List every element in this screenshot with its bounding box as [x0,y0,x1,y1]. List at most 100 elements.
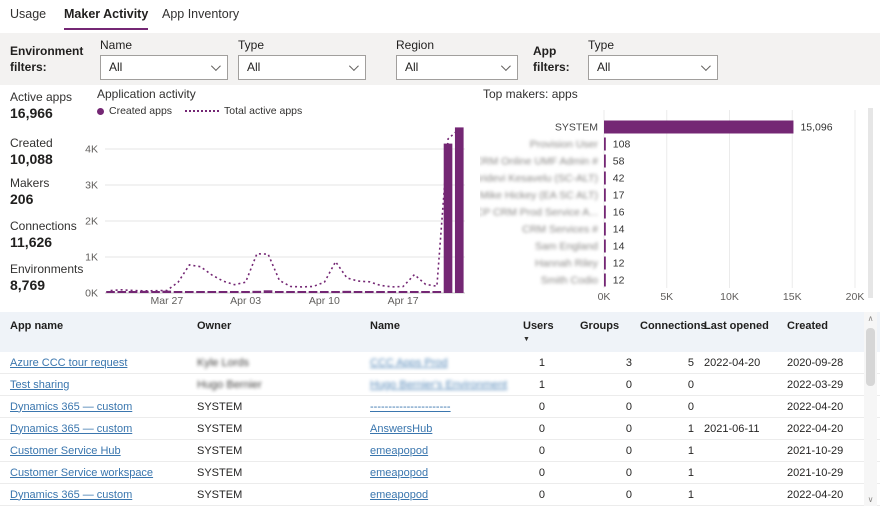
filter-bar: Environment filters: Name All Type All R… [0,33,880,85]
chevron-down-icon [500,61,511,72]
svg-text:15,096: 15,096 [800,122,832,134]
name-cell: Hugo Bernier's Environment [370,379,523,391]
svg-text:1K: 1K [85,252,98,264]
col-header-connections[interactable]: Connections [640,312,707,334]
created-cell: 2022-04-20 [787,488,844,501]
svg-text:10K: 10K [720,291,739,303]
svg-text:Sridevi Kesavelu (SC-ALT): Sridevi Kesavelu (SC-ALT) [480,173,598,185]
environment-name-link[interactable]: CCC Apps Prod [370,357,448,369]
app-name-link[interactable]: Dynamics 365 — custom [10,489,132,501]
maker-activity-dashboard: Usage Maker Activity App Inventory Envir… [0,0,880,520]
owner-cell: SYSTEM [197,400,243,413]
svg-text:17: 17 [613,190,625,202]
tab-maker-activity[interactable]: Maker Activity [64,0,149,30]
app-name-cell: Azure CCC tour request [10,357,197,369]
top-makers-chart[interactable]: 0K 5K 10K 15K 20K SYSTEM 15,096 Provision User 1… [480,98,865,308]
chevron-down-icon [348,61,359,72]
env-name-value: All [109,60,123,74]
col-header-users[interactable]: Users ▼ [523,312,554,345]
svg-text:Apr 10: Apr 10 [309,295,340,307]
app-name-link[interactable]: Azure CCC tour request [10,357,127,369]
name-cell: emeapopod [370,489,523,501]
svg-text:14: 14 [613,241,625,253]
last-opened-cell: 2021-06-11 [704,422,760,435]
environment-name-link[interactable]: AnswersHub [370,423,432,435]
app-name-link[interactable]: Test sharing [10,379,69,391]
col-header-owner[interactable]: Owner [197,312,370,334]
tab-usage[interactable]: Usage [10,0,46,30]
svg-text:42: 42 [613,173,625,185]
environment-name-link[interactable]: emeapopod [370,445,428,457]
owner-cell: Kyle Lords [197,356,249,369]
table-row: Test sharing Hugo Bernier Hugo Bernier's E… [0,374,880,396]
connections-cell: 1 [687,466,694,479]
connections-cell: 0 [687,400,694,413]
svg-text:Hannah Riley: Hannah Riley [535,258,599,270]
app-name-link[interactable]: Dynamics 365 — custom [10,423,132,435]
svg-text:CRM Online UMF Admin #: CRM Online UMF Admin # [480,156,598,168]
scrollbar-thumb[interactable] [866,328,875,386]
table-row: Azure CCC tour request Kyle Lords CCC Apps… [0,352,880,374]
col-header-last-opened[interactable]: Last opened [702,312,777,334]
table-row: Dynamics 365 — custom SYSTEM AnswersHub 0 0 1… [0,418,880,440]
tab-app-inventory[interactable]: App Inventory [162,0,239,30]
application-activity-legend: Created apps Total active apps [97,105,302,117]
app-type-value: All [597,60,611,74]
svg-text:Mar 27: Mar 27 [151,295,184,307]
scroll-up-icon[interactable]: ∧ [864,312,877,325]
groups-cell: 0 [625,400,632,413]
connections-cell: 1 [687,444,694,457]
svg-text:Sam England: Sam England [535,241,598,253]
users-cell: 1 [538,356,545,369]
owner-cell: SYSTEM [197,422,243,435]
environment-name-link[interactable]: Hugo Bernier's Environment [370,379,507,391]
env-type-dropdown[interactable]: All [238,55,366,80]
app-type-label: Type [588,38,615,52]
app-type-dropdown[interactable]: All [588,55,718,80]
env-name-dropdown[interactable]: All [100,55,228,80]
table-row: Dynamics 365 — custom SYSTEM -------------… [0,396,880,418]
created-apps-legend-dot-icon [97,107,104,115]
app-name-link[interactable]: Dynamics 365 — custom [10,401,132,413]
col-header-groups[interactable]: Groups [553,312,640,334]
created-cell: 2021-10-29 [787,444,844,457]
scroll-down-icon[interactable]: ∨ [864,493,877,506]
charts-scrollbar[interactable] [868,108,873,298]
owner-cell: SYSTEM [197,466,243,479]
created-cell: 2022-03-29 [787,378,844,391]
connections-cell: 0 [687,378,694,391]
col-header-app-name[interactable]: App name [10,312,197,334]
environment-name-link[interactable]: emeapopod [370,489,428,501]
connections-cell: 1 [687,488,694,501]
table-scrollbar[interactable]: ∧ ∨ [864,312,877,506]
environment-name-link[interactable]: emeapopod [370,467,428,479]
app-filters-label: App filters: [533,44,570,75]
svg-text:OCP CRM Prod Service A...: OCP CRM Prod Service A... [480,207,598,219]
environment-name-link[interactable]: ---------------------- [370,401,451,413]
table-row: Customer Service Hub SYSTEM emeapopod 0 0 1 20… [0,440,880,462]
svg-text:3K: 3K [85,180,98,192]
app-name-cell: Customer Service workspace [10,467,197,479]
connections-cell: 1 [687,422,694,435]
svg-text:108: 108 [613,139,631,151]
users-cell: 0 [538,422,545,435]
svg-text:0K: 0K [85,288,98,300]
app-name-link[interactable]: Customer Service Hub [10,445,121,457]
environment-filters-label: Environment filters: [10,44,84,75]
env-type-filter: Type All [238,38,366,80]
name-cell: emeapopod [370,445,523,457]
col-header-name[interactable]: Name [370,312,523,334]
groups-cell: 0 [625,488,632,501]
application-activity-chart[interactable]: 0K 1K 2K 3K 4K Mar 27 Apr 03 Apr 10 Apr 17 [70,118,470,313]
apps-table: App name Owner Name Users ▼ Groups Conne… [0,312,880,506]
env-region-dropdown[interactable]: All [396,55,518,80]
app-name-cell: Customer Service Hub [10,445,197,457]
chevron-down-icon [700,61,711,72]
svg-text:0K: 0K [598,291,611,303]
owner-cell: SYSTEM [197,444,243,457]
created-cell: 2022-04-20 [787,422,844,435]
name-cell: ---------------------- [370,401,523,413]
app-name-link[interactable]: Customer Service workspace [10,467,153,479]
tab-bar: Usage Maker Activity App Inventory [0,0,880,32]
col-header-created[interactable]: Created [777,312,872,334]
